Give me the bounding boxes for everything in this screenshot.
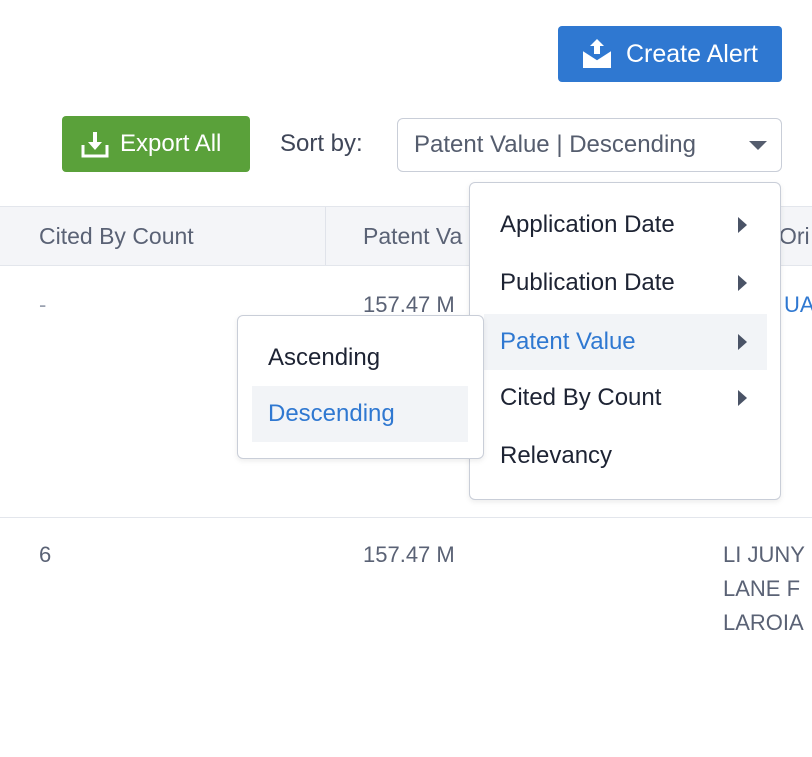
sort-menu-item-label: Application Date	[500, 211, 675, 239]
cell-cited-by-count: -	[39, 292, 46, 318]
column-header-patent-value[interactable]: Patent Va	[363, 223, 462, 250]
create-alert-label: Create Alert	[626, 40, 758, 69]
cell-owner-link[interactable]: UA	[784, 292, 812, 318]
export-all-label: Export All	[120, 130, 221, 158]
column-divider	[325, 207, 326, 265]
caret-right-icon	[738, 334, 747, 350]
sort-menu-item-relevancy[interactable]: Relevancy	[484, 428, 767, 484]
sort-menu-item-label: Relevancy	[500, 442, 612, 470]
sort-menu-item-cited-by-count[interactable]: Cited By Count	[484, 370, 767, 426]
cell-owner-line: LANE F	[723, 576, 800, 602]
envelope-upload-icon	[580, 37, 614, 71]
cell-patent-value: 157.47 M	[363, 542, 455, 568]
sort-menu-item-label: Publication Date	[500, 269, 675, 297]
export-all-button[interactable]: Export All	[62, 116, 250, 172]
sort-direction-descending[interactable]: Descending	[252, 386, 468, 442]
caret-right-icon	[738, 390, 747, 406]
sort-menu-item-label: Cited By Count	[500, 384, 661, 412]
sort-menu-item-patent-value[interactable]: Patent Value	[484, 314, 767, 370]
cell-owner-line: LI JUNY	[723, 542, 805, 568]
caret-right-icon	[738, 275, 747, 291]
sort-select-value: Patent Value | Descending	[414, 131, 696, 159]
sort-select[interactable]: Patent Value | Descending	[397, 118, 782, 172]
sort-menu-item-publication-date[interactable]: Publication Date	[484, 255, 767, 311]
sort-menu-item-label: Patent Value	[500, 328, 636, 356]
create-alert-button[interactable]: Create Alert	[558, 26, 782, 82]
cell-owner-line: LAROIA	[723, 610, 804, 636]
column-header-cited-by-count[interactable]: Cited By Count	[39, 223, 194, 250]
column-header-original-owner[interactable]: Ori	[779, 223, 810, 250]
sort-menu: Application Date Publication Date Patent…	[469, 182, 781, 500]
sort-direction-label: Ascending	[268, 344, 380, 372]
sort-direction-submenu: Ascending Descending	[237, 315, 484, 459]
sort-by-label: Sort by:	[280, 130, 363, 158]
sort-direction-ascending[interactable]: Ascending	[252, 330, 468, 386]
download-tray-icon	[80, 129, 110, 159]
cell-cited-by-count: 6	[39, 542, 51, 568]
sort-menu-item-application-date[interactable]: Application Date	[484, 197, 767, 253]
caret-down-icon	[749, 141, 767, 150]
sort-direction-label: Descending	[268, 400, 395, 428]
caret-right-icon	[738, 217, 747, 233]
table-row: 6 157.47 M LI JUNY LANE F LAROIA	[0, 518, 812, 757]
